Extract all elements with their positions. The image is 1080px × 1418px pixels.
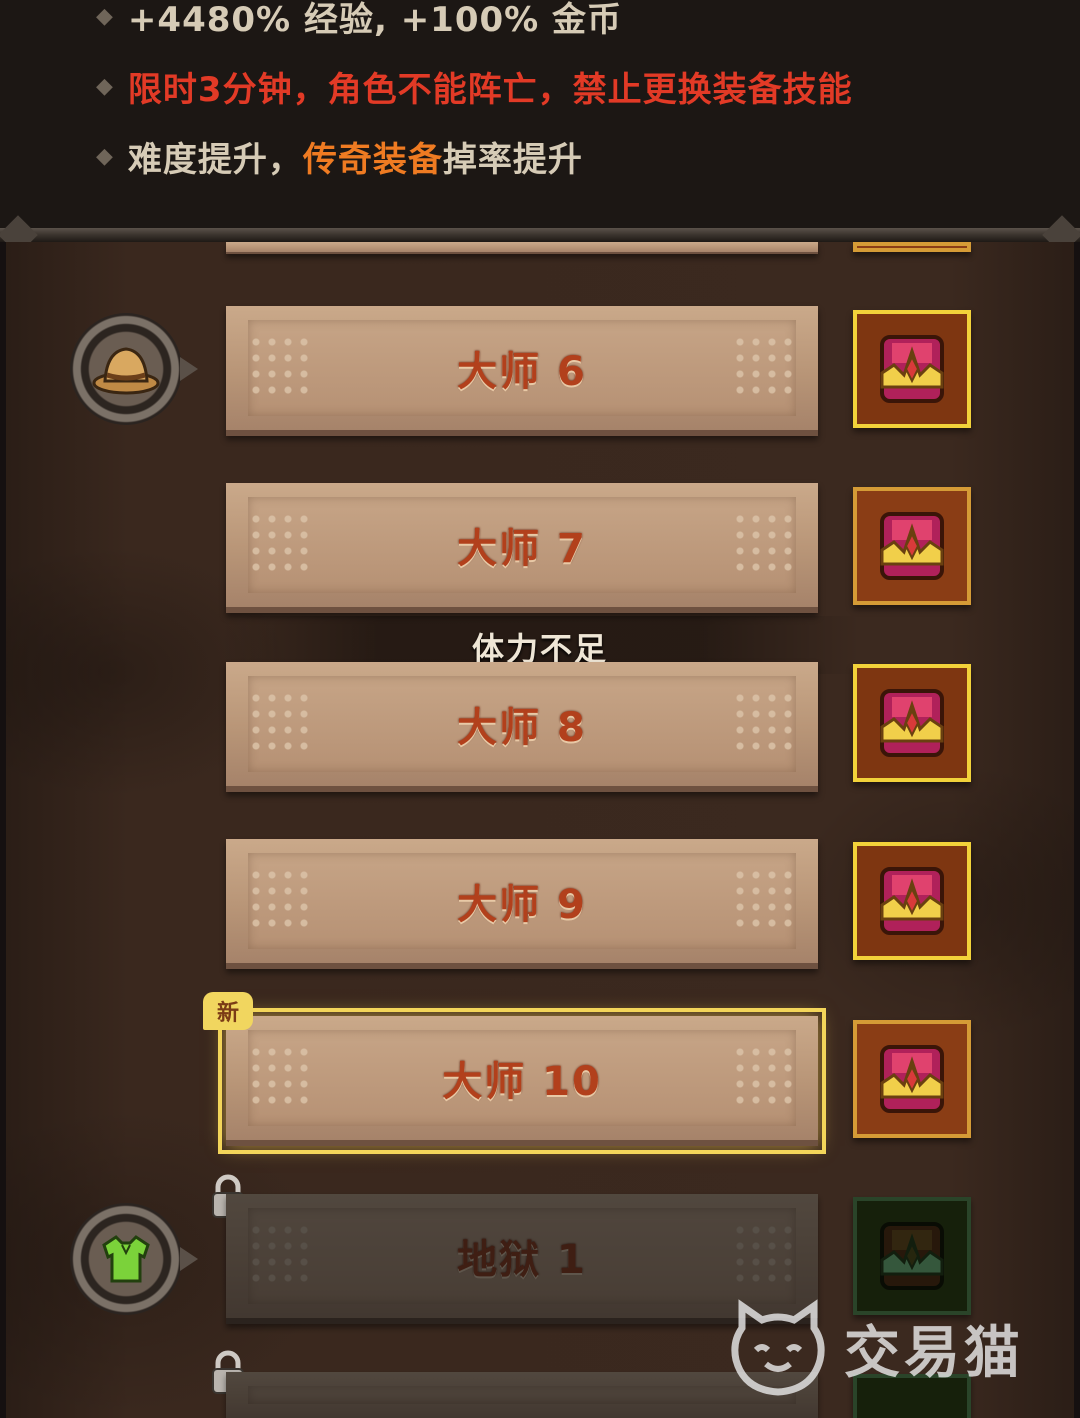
level-label: 大师 10 [442,1059,602,1105]
treasure-chest-icon[interactable] [853,487,971,605]
chest-glyph [880,335,944,403]
level-label: 大师 6 [457,349,587,395]
drop-info-text-1: 难度提升， [127,139,303,180]
diamond-bullet-icon: ◆ [96,3,114,29]
drop-info-text-2: 掉率提升 [442,139,583,180]
chest-partial [853,242,971,252]
badge-pointer [180,357,198,381]
level-label: 大师 9 [457,882,587,928]
treasure-chest-icon[interactable] [853,664,971,782]
frame-left-edge [0,242,6,1418]
level-master-6-button[interactable]: 大师 6 [226,306,818,436]
treasure-chest-icon[interactable] [853,310,971,428]
chest-glyph [880,689,944,757]
treasure-chest-icon[interactable] [853,1020,971,1138]
straw-hat-icon [70,313,198,425]
level-master-10-button[interactable]: 大师 10 [218,1008,826,1154]
chest-glyph [880,867,944,935]
rule-info-line: ◆ 限时3分钟，角色不能阵亡，禁止更换装备技能 [96,56,853,116]
reward-info-line: ◆ +4480% 经验, +100% 金币 [96,0,622,46]
green-armor-glyph [102,1235,150,1283]
watermark: 交易猫 [728,1298,1058,1398]
knot-ornament-icon [732,867,796,931]
knot-ornament-icon [248,1222,312,1286]
chest-glyph [880,1045,944,1113]
chest-glyph [880,1222,944,1290]
knot-ornament-icon [732,1222,796,1286]
level-label: 大师 8 [457,705,587,751]
cat-logo-icon [731,1299,825,1396]
level-master-9-button[interactable]: 大师 9 [226,839,818,969]
reward-info-text: +4480% 经验, +100% 金币 [127,0,623,40]
straw-hat-glyph [92,347,160,395]
rule-info-text: 限时3分钟，角色不能阵亡，禁止更换装备技能 [127,69,853,110]
green-armor-icon [70,1203,198,1315]
treasure-chest-icon[interactable] [853,842,971,960]
panel-divider [0,215,1080,255]
knot-ornament-icon [732,334,796,398]
level-bar-inner [248,1386,796,1404]
knot-ornament-icon [248,511,312,575]
diamond-bullet-icon: ◆ [96,143,114,169]
diamond-bullet-icon: ◆ [96,73,114,99]
knot-ornament-icon [732,690,796,754]
drop-info-line: ◆ 难度提升， 传奇装备 掉率提升 [96,126,583,186]
frame-right-edge [1074,242,1080,1418]
knot-ornament-icon [248,1044,312,1108]
knot-ornament-icon [732,511,796,575]
difficulty-info-panel: ◆ +4480% 经验, +100% 金币 ◆ 限时3分钟，角色不能阵亡，禁止更… [0,0,1080,232]
level-master-8-button[interactable]: 大师 8 [226,662,818,792]
knot-ornament-icon [248,690,312,754]
knot-ornament-icon [248,867,312,931]
knot-ornament-icon [732,1044,796,1108]
level-bar-partial [226,242,818,254]
level-label: 地狱 1 [457,1237,587,1283]
level-label: 大师 7 [457,526,587,572]
legendary-gear-text: 传奇装备 [302,139,443,180]
badge-pointer [180,1247,198,1271]
new-badge: 新 [203,992,253,1030]
knot-ornament-icon [248,334,312,398]
level-master-7-button[interactable]: 大师 7 [226,483,818,613]
watermark-text: 交易猫 [844,1320,1024,1386]
chest-glyph [880,512,944,580]
